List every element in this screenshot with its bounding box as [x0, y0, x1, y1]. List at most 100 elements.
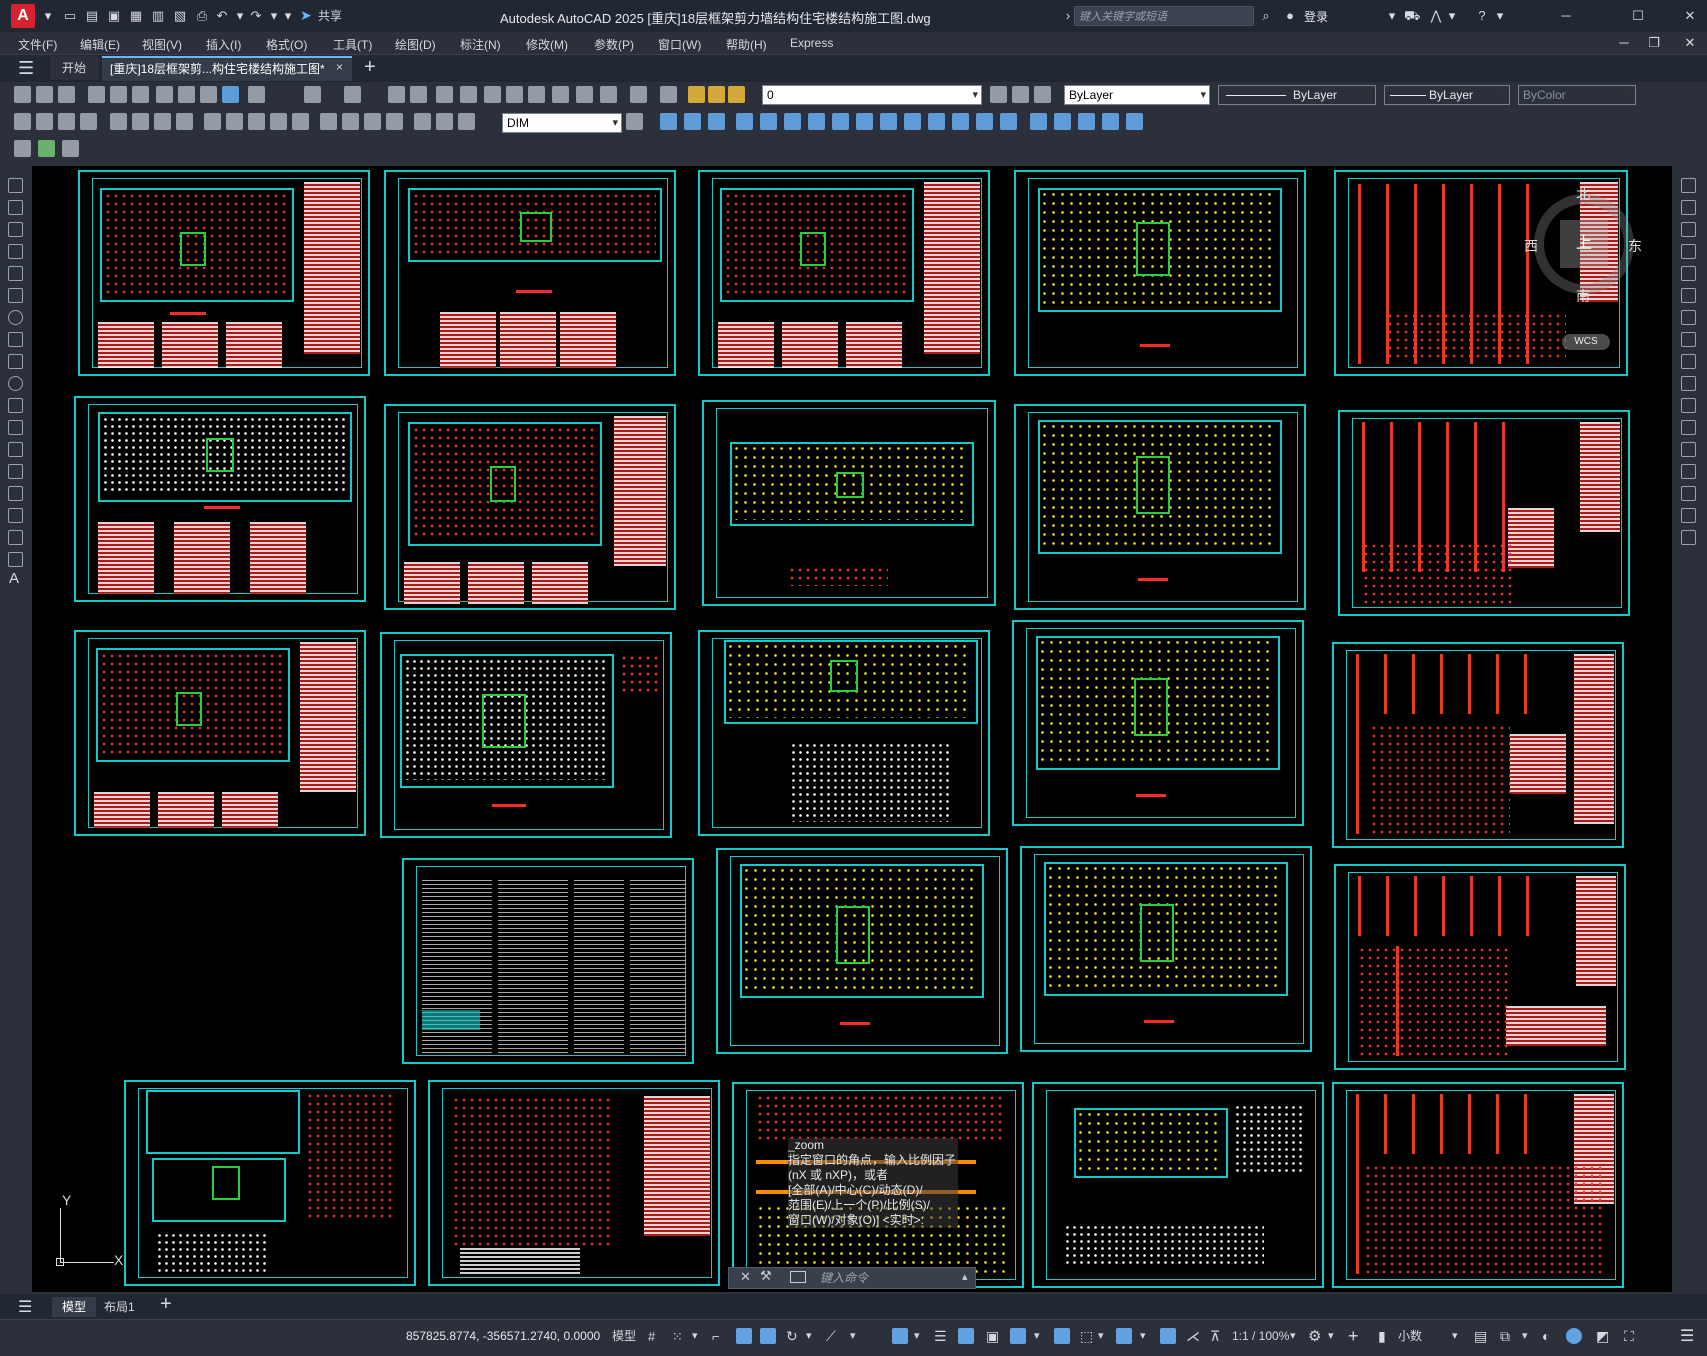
3d-osnap-icon[interactable] — [1010, 1328, 1026, 1344]
move-icon[interactable] — [1681, 288, 1696, 303]
menu-file[interactable]: 文件(F) — [18, 36, 57, 53]
view-icon-2[interactable] — [684, 113, 701, 130]
share-icon[interactable]: ➤ — [300, 7, 312, 24]
annotation-monitor-icon[interactable]: + — [1348, 1326, 1359, 1347]
lineweight-toggle-icon[interactable]: ☰ — [934, 1328, 947, 1345]
visual-style-icon-3[interactable] — [976, 113, 993, 130]
rotate-icon[interactable] — [1681, 310, 1696, 325]
dynamic-ucs-icon[interactable] — [1054, 1328, 1070, 1344]
copy-icon[interactable] — [178, 86, 195, 103]
mirror-icon[interactable] — [1681, 222, 1696, 237]
gradient-icon[interactable] — [8, 508, 23, 523]
apps-dropdown-icon[interactable]: ▾ — [1444, 8, 1460, 24]
layer-lock-icon[interactable] — [728, 86, 745, 103]
selection-filter-icon[interactable]: ⬚ — [1080, 1328, 1093, 1345]
annotation-visibility-icon[interactable] — [1160, 1328, 1176, 1344]
clean-screen-icon[interactable]: ⛶ — [1624, 1328, 1634, 1345]
pan-icon[interactable] — [388, 86, 405, 103]
match-properties-icon[interactable] — [222, 86, 239, 103]
quick-properties-icon[interactable]: ▤ — [1474, 1328, 1487, 1345]
linear-dimension-icon[interactable] — [14, 113, 31, 130]
save-tool-icon[interactable] — [58, 86, 75, 103]
close-icon[interactable]: ✕ — [1682, 8, 1698, 24]
user-icon[interactable]: ● — [1282, 8, 1298, 24]
drawing-sheet[interactable] — [384, 170, 676, 376]
isolate-objects-icon[interactable]: ◐ — [1542, 1328, 1550, 1344]
solid-tool-icon-2[interactable] — [1054, 113, 1071, 130]
visual-style-icon-1[interactable] — [928, 113, 945, 130]
solid-tool-icon-3[interactable] — [1078, 113, 1095, 130]
visual-style-icon-4[interactable] — [1000, 113, 1017, 130]
menu-modify[interactable]: 修改(M) — [526, 36, 568, 53]
doc-close-icon[interactable]: ✕ — [1682, 35, 1698, 51]
menu-insert[interactable]: 插入(I) — [206, 36, 241, 53]
properties-icon[interactable] — [484, 86, 501, 103]
tool-palettes-icon[interactable] — [528, 86, 545, 103]
annotation-scale-label[interactable]: 1:1 / 100% — [1232, 1327, 1289, 1345]
login-button[interactable]: 登录 — [1304, 8, 1328, 25]
graphics-performance-icon[interactable]: ◩ — [1596, 1328, 1609, 1345]
dimstyle-dropdown[interactable]: DIM — [502, 113, 622, 133]
join-icon[interactable] — [1681, 464, 1696, 479]
plot-icon[interactable]: ⎙ — [194, 8, 210, 24]
continue-dimension-icon[interactable] — [248, 113, 265, 130]
menu-help[interactable]: 帮助(H) — [726, 36, 767, 53]
extra-tool-icon-2[interactable] — [38, 140, 55, 157]
command-customize-icon[interactable]: ⚒ — [760, 1268, 772, 1284]
command-recent-icon[interactable] — [790, 1271, 806, 1283]
undo-dropdown-icon[interactable]: ▾ — [232, 8, 248, 24]
doc-restore-icon[interactable]: ❐ — [1646, 35, 1662, 51]
center-mark-icon[interactable] — [342, 113, 359, 130]
markup-icon[interactable] — [576, 86, 593, 103]
layer-on-icon[interactable] — [688, 86, 705, 103]
make-block-icon[interactable] — [8, 442, 23, 457]
drawing-canvas[interactable] — [32, 166, 1672, 1292]
hardware-acceleration-icon[interactable] — [1566, 1328, 1582, 1344]
polar-dropdown-icon[interactable]: ▾ — [806, 1329, 812, 1342]
inspection-icon[interactable] — [364, 113, 381, 130]
polyline-icon[interactable] — [8, 222, 23, 237]
plotstyle-dropdown[interactable]: ByColor — [1518, 85, 1636, 105]
menu-dimension[interactable]: 标注(N) — [460, 36, 501, 53]
menu-parametric[interactable]: 参数(P) — [594, 36, 634, 53]
insert-block-icon[interactable] — [8, 420, 23, 435]
hatch-icon[interactable] — [8, 486, 23, 501]
search-icon[interactable]: ⌕ — [1258, 8, 1274, 24]
layout-menu-icon[interactable]: ☰ — [18, 1297, 32, 1317]
drawing-sheet[interactable] — [384, 404, 676, 610]
help-dropdown-icon[interactable]: ▾ — [1492, 8, 1508, 24]
fillet-icon[interactable] — [1681, 508, 1696, 523]
calculator-icon[interactable] — [600, 86, 617, 103]
3d-osnap-dropdown-icon[interactable]: ▾ — [1034, 1329, 1040, 1342]
extra-tool-icon-1[interactable] — [14, 140, 31, 157]
ucs-icon-2[interactable] — [760, 113, 777, 130]
viewcube-top-face[interactable]: 上 — [1560, 220, 1608, 268]
layer-properties-icon[interactable] — [660, 86, 677, 103]
model-space-button[interactable]: 模型 — [612, 1327, 636, 1345]
drawing-sheet[interactable] — [1338, 410, 1630, 616]
extra-tool-icon-3[interactable] — [62, 140, 79, 157]
tab-close-icon[interactable]: × — [336, 60, 343, 74]
annotation-scale-icon[interactable]: ⊼ — [1210, 1328, 1220, 1345]
transparency-icon[interactable] — [958, 1328, 974, 1344]
ucs-icon-8[interactable] — [904, 113, 921, 130]
new-file-icon[interactable]: ▭ — [62, 8, 78, 24]
drawing-sheet[interactable] — [702, 400, 996, 606]
trim-icon[interactable] — [1681, 376, 1696, 391]
add-layout-icon[interactable]: + — [160, 1293, 172, 1316]
layer-dropdown[interactable]: 0 — [762, 85, 982, 105]
ucs-icon-3[interactable] — [784, 113, 801, 130]
arc-icon[interactable] — [8, 288, 23, 303]
drawing-sheet[interactable] — [716, 848, 1008, 1054]
units-label[interactable]: 小数 — [1398, 1327, 1422, 1345]
drawing-sheet[interactable] — [1014, 170, 1306, 376]
visual-style-icon-2[interactable] — [952, 113, 969, 130]
redo-icon[interactable]: ↷ — [248, 8, 264, 24]
infer-constraints-icon[interactable]: ⌐ — [712, 1329, 720, 1344]
app-menu-chevron-icon[interactable]: ▾ — [40, 8, 56, 24]
viewcube[interactable]: 上 北 南 东 西 — [1524, 184, 1644, 304]
plot-preview-icon[interactable] — [110, 86, 127, 103]
rectangle-icon[interactable] — [8, 266, 23, 281]
customize-status-icon[interactable]: ☰ — [1680, 1326, 1694, 1346]
stretch-icon[interactable] — [1681, 354, 1696, 369]
